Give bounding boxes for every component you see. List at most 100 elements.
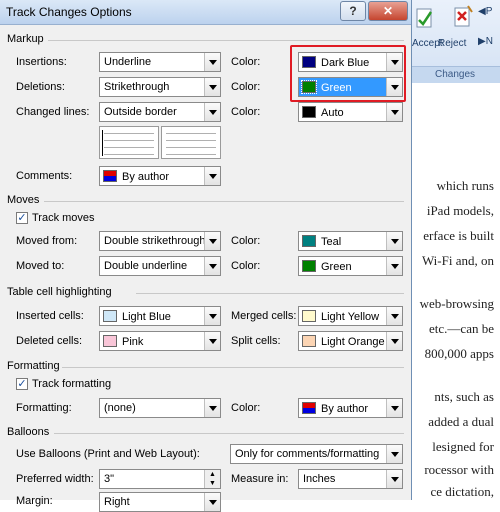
changed-lines-color-label: Color:: [231, 106, 261, 118]
formatting-value: (none): [104, 402, 136, 414]
moved-from-color-dropdown[interactable]: Teal: [298, 231, 403, 251]
preferred-width-value: 3": [104, 473, 115, 485]
insertions-label: Insertions:: [16, 56, 67, 68]
divider: [44, 201, 404, 202]
formatting-label: Formatting:: [16, 402, 72, 414]
document-line: erface is built: [423, 228, 494, 243]
section-balloons: Balloons: [7, 426, 50, 438]
split-cells-dropdown[interactable]: Light Orange: [298, 331, 403, 351]
spinner-arrows-icon[interactable]: ▲ ▼: [204, 470, 220, 488]
chevron-down-icon[interactable]: [386, 470, 402, 488]
chevron-down-icon[interactable]: [386, 307, 402, 325]
preferred-width-spinner[interactable]: 3" ▲ ▼: [99, 469, 221, 489]
moved-to-value: Double underline: [104, 260, 188, 272]
changed-lines-dropdown[interactable]: Outside border: [99, 102, 221, 122]
next-change-icon[interactable]: ▶N: [478, 36, 493, 47]
comments-color-dropdown[interactable]: By author: [99, 166, 221, 186]
color-swatch: [302, 310, 316, 322]
moved-from-value: Double strikethrough: [104, 235, 206, 247]
highlight-callout-box: [290, 45, 406, 102]
moved-from-label: Moved from:: [16, 235, 78, 247]
formatting-color-dropdown[interactable]: By author: [298, 398, 403, 418]
moved-to-color-dropdown[interactable]: Green: [298, 256, 403, 276]
chevron-down-icon[interactable]: [204, 399, 220, 417]
previous-change-icon[interactable]: ◀P: [478, 6, 492, 17]
markup-preview-right: [161, 126, 221, 159]
formatting-color-value: By author: [321, 403, 369, 415]
split-cells-label: Split cells:: [231, 335, 281, 347]
moved-from-dropdown[interactable]: Double strikethrough: [99, 231, 221, 251]
chevron-down-icon[interactable]: [204, 167, 220, 185]
insertions-dropdown[interactable]: Underline: [99, 52, 221, 72]
document-line: etc.—can be: [429, 321, 494, 336]
preferred-width-label: Preferred width:: [16, 473, 94, 485]
measure-in-dropdown[interactable]: Inches: [298, 469, 403, 489]
merged-cells-dropdown[interactable]: Light Yellow: [298, 306, 403, 326]
color-swatch: [302, 260, 316, 272]
changed-lines-color-dropdown[interactable]: Auto: [298, 102, 403, 122]
moved-to-dropdown[interactable]: Double underline: [99, 256, 221, 276]
accept-icon[interactable]: [414, 6, 436, 32]
title-bar[interactable]: Track Changes Options ? ✕: [0, 0, 411, 25]
deletions-value: Strikethrough: [104, 81, 170, 93]
chevron-down-icon[interactable]: [204, 493, 220, 511]
chevron-down-icon[interactable]: [204, 332, 220, 350]
moved-from-color-value: Teal: [321, 236, 342, 248]
moved-from-color-label: Color:: [231, 235, 261, 247]
chevron-down-icon[interactable]: [386, 232, 402, 250]
use-balloons-dropdown[interactable]: Only for comments/formatting: [230, 444, 403, 464]
document-line: web-browsing: [419, 296, 494, 311]
chevron-down-icon[interactable]: [204, 257, 220, 275]
document-line: nts, such as: [434, 389, 494, 404]
inserted-cells-value: Light Blue: [122, 311, 171, 323]
changed-lines-color-value: Auto: [321, 107, 344, 119]
merged-cells-label: Merged cells:: [231, 310, 297, 322]
margin-label: Margin:: [16, 495, 53, 507]
divider: [136, 293, 404, 294]
color-swatch: [103, 310, 117, 322]
changed-lines-value: Outside border: [104, 106, 177, 118]
track-formatting-checkbox[interactable]: ✓: [16, 378, 28, 390]
markup-preview-left: [99, 126, 159, 159]
comments-value: By author: [122, 171, 170, 183]
reject-icon[interactable]: [450, 4, 476, 34]
reject-button-label[interactable]: Reject: [438, 38, 466, 49]
help-button[interactable]: ?: [340, 1, 366, 21]
document-line: rocessor with: [424, 462, 494, 477]
deleted-cells-dropdown[interactable]: Pink: [99, 331, 221, 351]
track-moves-label[interactable]: Track moves: [32, 212, 95, 224]
section-formatting: Formatting: [7, 360, 60, 372]
deletions-label: Deletions:: [16, 81, 65, 93]
formatting-dropdown[interactable]: (none): [99, 398, 221, 418]
use-balloons-label: Use Balloons (Print and Web Layout):: [16, 448, 200, 460]
chevron-down-icon[interactable]: [386, 257, 402, 275]
inserted-cells-dropdown[interactable]: Light Blue: [99, 306, 221, 326]
track-moves-checkbox[interactable]: ✓: [16, 212, 28, 224]
close-button[interactable]: ✕: [368, 1, 408, 21]
measure-in-label: Measure in:: [231, 473, 289, 485]
document-line: iPad models,: [426, 203, 494, 218]
ribbon: Accept Reject ◀P ▶N Changes: [410, 0, 500, 83]
deletions-dropdown[interactable]: Strikethrough: [99, 77, 221, 97]
color-swatch: [103, 335, 117, 347]
insertions-value: Underline: [104, 56, 152, 68]
use-balloons-value: Only for comments/formatting: [235, 448, 380, 460]
chevron-down-icon[interactable]: [204, 53, 220, 71]
comments-label: Comments:: [16, 170, 73, 182]
margin-dropdown[interactable]: Right: [99, 492, 221, 512]
chevron-down-icon[interactable]: [204, 78, 220, 96]
formatting-color-label: Color:: [231, 402, 261, 414]
document-line: ce dictation,: [430, 484, 494, 499]
track-formatting-label[interactable]: Track formatting: [32, 378, 111, 390]
chevron-down-icon[interactable]: [386, 332, 402, 350]
chevron-down-icon[interactable]: [386, 103, 402, 121]
chevron-down-icon[interactable]: [386, 399, 402, 417]
chevron-down-icon[interactable]: [204, 307, 220, 325]
chevron-down-icon[interactable]: [204, 103, 220, 121]
chevron-down-icon[interactable]: [204, 232, 220, 250]
chevron-down-icon[interactable]: [386, 445, 402, 463]
document-line: added a dual: [428, 414, 494, 429]
color-swatch: [302, 335, 316, 347]
margin-value: Right: [104, 496, 130, 508]
deletions-color-label: Color:: [231, 81, 261, 93]
